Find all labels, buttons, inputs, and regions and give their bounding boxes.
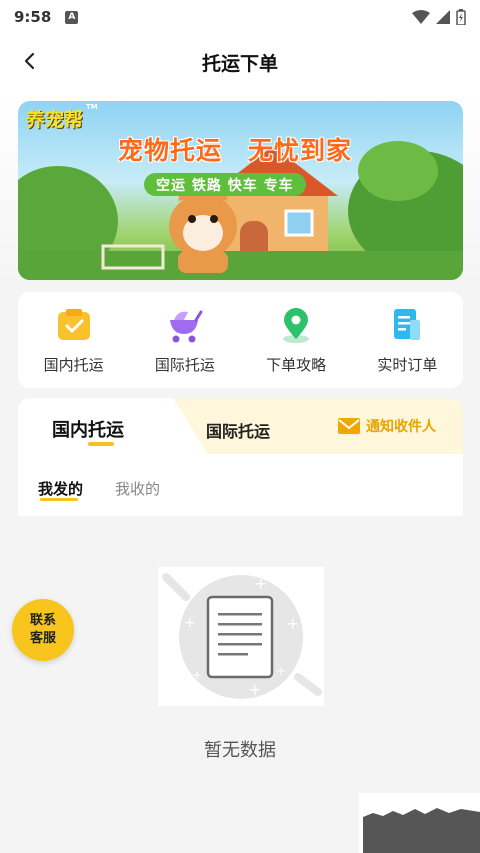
svg-text:+: + — [248, 680, 261, 699]
promo-banner[interactable]: 养宠帮 TM 宠物托运 无忧到家 空运 铁路 快车 专车 — [18, 101, 463, 280]
banner-logo: 养宠帮 — [26, 109, 84, 131]
menu-label: 国际托运 — [154, 356, 215, 374]
clipboard-check-icon — [55, 306, 93, 344]
thumbnail-image — [359, 793, 480, 853]
menu-international-shipping[interactable]: 国际托运 — [129, 292, 240, 388]
order-tabs-card: 国内托运 国际托运 通知收件人 我发的 我收的 — [18, 398, 463, 516]
menu-label: 下单攻略 — [266, 356, 327, 374]
status-time: 9:58 — [14, 8, 52, 26]
battery-icon — [456, 9, 466, 25]
subtab-received[interactable]: 我收的 — [115, 478, 160, 499]
banner-logo-tm: TM — [86, 103, 98, 111]
subtab-active-indicator — [40, 498, 78, 501]
menu-label: 国内托运 — [43, 356, 104, 374]
tab-international[interactable]: 国际托运 — [206, 418, 270, 442]
location-pin-icon — [277, 306, 315, 344]
service-menu: 国内托运 国际托运 下单攻略 实时订单 — [18, 292, 463, 388]
page-title: 托运下单 — [201, 52, 278, 75]
customer-service-button[interactable]: 联系 客服 — [12, 599, 74, 661]
notify-recipient-button[interactable]: 通知收件人 — [338, 416, 436, 436]
subtab-sent[interactable]: 我发的 — [38, 478, 83, 499]
empty-state-text: 暂无数据 — [204, 740, 276, 761]
status-icons — [412, 9, 466, 25]
empty-state-illustration: + + + + + + — [158, 567, 324, 706]
svg-text:+: + — [276, 664, 286, 678]
svg-text:+: + — [192, 668, 202, 682]
menu-live-orders[interactable]: 实时订单 — [352, 292, 463, 388]
chevron-left-icon — [24, 52, 35, 70]
svg-text:+: + — [184, 615, 196, 631]
banner-headline: 宠物托运 无忧到家 — [118, 136, 353, 165]
service-label-line2: 客服 — [29, 631, 56, 646]
menu-label: 实时订单 — [377, 356, 438, 374]
pet-stroller-icon — [166, 306, 204, 344]
svg-text:+: + — [254, 574, 267, 593]
notification-a-icon: A — [65, 10, 79, 24]
wifi-icon — [412, 10, 430, 24]
corner-thumbnail — [359, 793, 480, 853]
nav-bar: 托运下单 — [0, 34, 480, 90]
menu-domestic-shipping[interactable]: 国内托运 — [18, 292, 129, 388]
service-label-line1: 联系 — [29, 613, 56, 628]
back-button[interactable] — [14, 46, 44, 76]
tab-domestic[interactable]: 国内托运 — [52, 416, 124, 442]
banner-transport-modes: 空运 铁路 快车 专车 — [144, 173, 306, 196]
tab-active-indicator — [88, 442, 114, 446]
status-bar: 9:58 A — [0, 0, 480, 34]
svg-text:+: + — [286, 614, 299, 633]
cell-signal-icon — [436, 10, 450, 24]
menu-order-guide[interactable]: 下单攻略 — [241, 292, 352, 388]
envelope-icon — [338, 418, 360, 434]
empty-document-icon: + + + + + + — [162, 573, 322, 699]
notify-recipient-label: 通知收件人 — [366, 419, 436, 435]
document-icon — [388, 306, 426, 344]
